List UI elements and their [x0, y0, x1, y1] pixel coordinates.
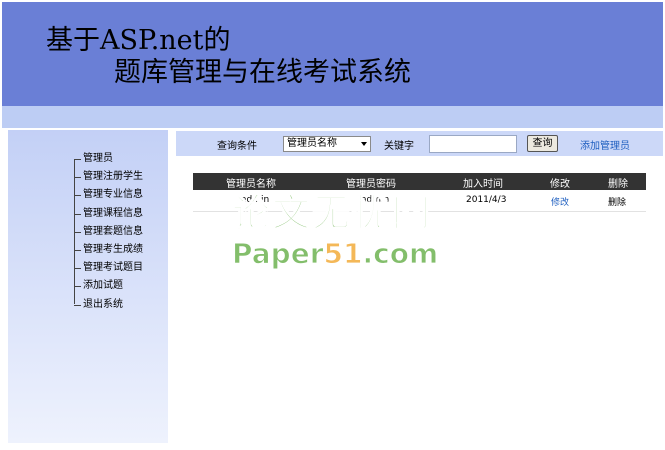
table-row: admin admin 2011/4/3 修改 删除 — [193, 190, 646, 212]
condition-select[interactable]: 管理员名称 — [283, 136, 371, 152]
sidebar-tree: 管理员 管理注册学生 管理专业信息 管理课程信息 管理套题信息 管理考生成绩 管… — [74, 150, 143, 314]
sidebar-item-label: 管理考生成绩 — [83, 243, 143, 255]
sidebar-item-admin[interactable]: 管理员 — [74, 150, 143, 168]
edit-link[interactable]: 修改 — [551, 195, 569, 208]
cell-join-time: 2011/4/3 — [466, 195, 507, 205]
sidebar-item-questions[interactable]: 管理考试题目 — [74, 259, 143, 277]
sidebar-item-question-sets[interactable]: 管理套题信息 — [74, 223, 143, 241]
sidebar-item-students[interactable]: 管理注册学生 — [74, 168, 143, 186]
sidebar-item-label: 退出系统 — [83, 298, 123, 310]
sidebar-item-add-question[interactable]: 添加试题 — [74, 277, 143, 295]
sidebar-item-label: 管理考试题目 — [83, 262, 143, 274]
column-header: 修改 — [550, 179, 570, 190]
sidebar-item-label: 添加试题 — [83, 280, 123, 292]
table-header: 管理员名称 管理员密码 加入时间 修改 删除 — [193, 173, 646, 190]
sidebar-item-courses[interactable]: 管理课程信息 — [74, 205, 143, 223]
admin-table: 管理员名称 管理员密码 加入时间 修改 删除 admin admin 2011/… — [193, 173, 646, 212]
page-title-line2: 题库管理与在线考试系统 — [114, 57, 411, 88]
sidebar-item-label: 管理员 — [83, 153, 113, 164]
sidebar-item-majors[interactable]: 管理专业信息 — [74, 186, 143, 204]
sidebar-item-label: 管理套题信息 — [83, 225, 143, 237]
cell-name: admin — [241, 195, 270, 205]
query-button[interactable]: 查询 — [527, 135, 558, 152]
sidebar-item-logout[interactable]: 退出系统 — [74, 296, 143, 314]
sidebar-item-label: 管理课程信息 — [83, 207, 143, 219]
sidebar-item-label: 管理注册学生 — [83, 171, 143, 183]
column-header: 管理员名称 — [226, 179, 276, 190]
chevron-down-icon — [361, 142, 367, 146]
delete-link[interactable]: 删除 — [608, 195, 626, 208]
column-header: 加入时间 — [463, 179, 503, 190]
sidebar-item-scores[interactable]: 管理考生成绩 — [74, 241, 143, 259]
condition-select-value: 管理员名称 — [287, 138, 337, 149]
keyword-input[interactable] — [429, 135, 517, 153]
column-header: 管理员密码 — [346, 179, 396, 190]
header-strip — [2, 106, 663, 128]
sidebar-item-label: 管理专业信息 — [83, 189, 143, 201]
cell-password: admin — [361, 195, 390, 205]
keyword-label: 关键字 — [384, 141, 414, 152]
column-header: 删除 — [608, 179, 628, 190]
add-admin-link[interactable]: 添加管理员 — [580, 137, 630, 152]
condition-label: 查询条件 — [217, 141, 257, 152]
